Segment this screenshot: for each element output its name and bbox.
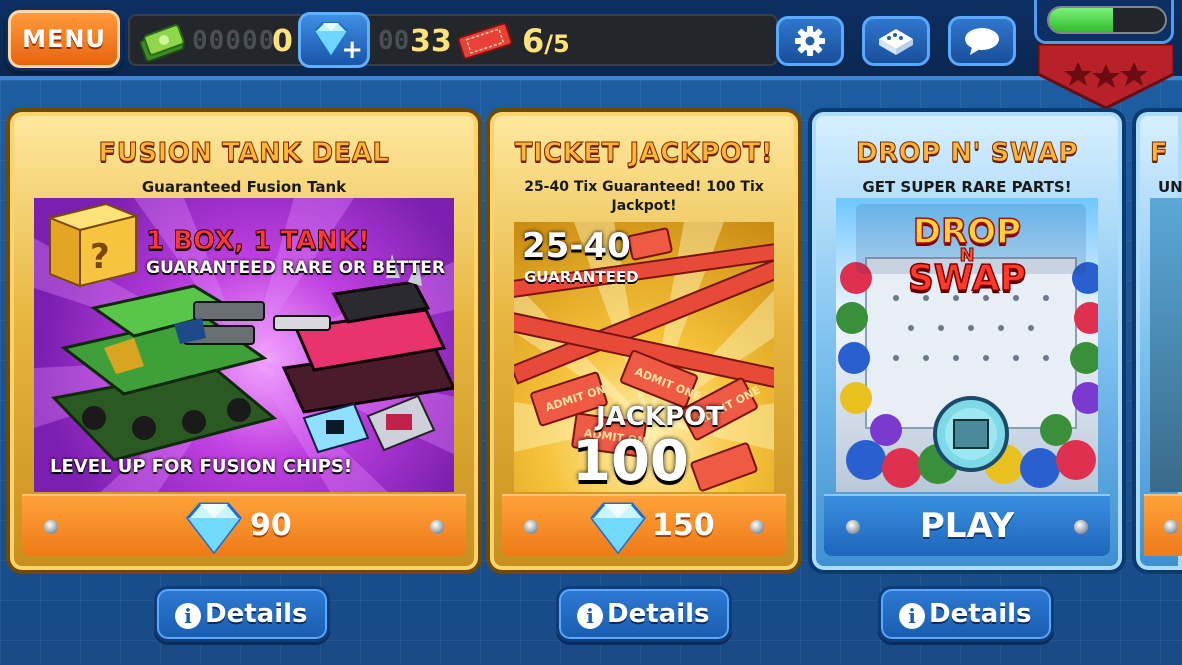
- details-label: Details: [607, 599, 710, 629]
- partial-artwork: [1150, 198, 1182, 492]
- gem-icon: [186, 502, 242, 554]
- details-button-fusion-tank[interactable]: i Details: [154, 586, 330, 642]
- price-bar[interactable]: [1144, 494, 1182, 556]
- card-title: TICKET JACKPOT!: [514, 138, 774, 169]
- chat-bubble-icon: [965, 28, 999, 55]
- chat-button[interactable]: [948, 16, 1016, 66]
- offer-card-partial[interactable]: F UN: [1132, 108, 1182, 574]
- xp-fill: [1049, 8, 1113, 32]
- art-guaranteed: GUARANTEED: [524, 268, 639, 286]
- logo-swap: SWAP: [907, 258, 1027, 299]
- buy-gems-button[interactable]: +: [298, 12, 370, 68]
- cash-dim-digits: 00000: [192, 26, 276, 56]
- art-subline: GUARANTEED RARE OR BETTER: [146, 258, 445, 278]
- rivet-icon: [1164, 520, 1178, 534]
- rivet-icon: [44, 520, 58, 534]
- drop-n-swap-artwork: DROP N SWAP: [836, 198, 1098, 492]
- garage-button[interactable]: [862, 16, 930, 66]
- tickets-current: 6: [522, 22, 545, 60]
- info-icon: i: [577, 603, 603, 629]
- xp-track: [1047, 6, 1167, 34]
- card-subtitle: Guaranteed Fusion Tank: [141, 178, 347, 196]
- menu-button[interactable]: MENU: [8, 10, 120, 68]
- offer-card-ticket-jackpot[interactable]: TICKET JACKPOT! 25-40 Tix Guaranteed! 10…: [486, 108, 802, 574]
- art-jackpot: JACKPOT: [596, 402, 724, 432]
- offer-card-drop-n-swap[interactable]: DROP N' SWAP GET SUPER RARE PARTS! DROP …: [808, 108, 1126, 574]
- price-bar[interactable]: 150: [502, 494, 786, 556]
- play-button[interactable]: PLAY: [824, 494, 1110, 556]
- play-label: PLAY: [919, 506, 1015, 546]
- settings-button[interactable]: [776, 16, 844, 66]
- art-jackpot-value: 100: [572, 429, 689, 492]
- price-value: 150: [652, 508, 715, 543]
- details-label: Details: [205, 599, 308, 629]
- plus-icon: +: [341, 35, 363, 65]
- tank-garage-icon: [879, 29, 913, 55]
- gems-dim-digits: 00: [378, 26, 410, 56]
- card-title: DROP N' SWAP: [856, 138, 1079, 169]
- fusion-tank-artwork: ? 1 BOX, 1 TANK! GUARANTEED RARE OR BETT…: [34, 198, 454, 492]
- settings-gear-icon: [795, 26, 825, 56]
- cash-icon: [139, 24, 185, 62]
- card-title: F: [1149, 138, 1169, 169]
- info-icon: i: [899, 603, 925, 629]
- card-subtitle: UN: [1158, 178, 1182, 196]
- rivet-icon: [750, 520, 764, 534]
- price-value: 90: [250, 508, 292, 543]
- art-headline: 1 BOX, 1 TANK!: [146, 226, 371, 257]
- details-button-ticket-jackpot[interactable]: i Details: [556, 586, 732, 642]
- rivet-icon: [430, 520, 444, 534]
- card-subtitle: 25-40 Tix Guaranteed! 100 Tix Jackpot!: [524, 179, 764, 214]
- info-icon: i: [175, 603, 201, 629]
- art-range: 25-40: [522, 226, 631, 266]
- ticket-jackpot-artwork: ADMIT ONE ADMIT ONE ADMIT ONE ADMIT ONE …: [514, 222, 774, 492]
- rivet-icon: [524, 520, 538, 534]
- xp-bar: [1034, 0, 1174, 44]
- art-footer: LEVEL UP FOR FUSION CHIPS!: [50, 456, 353, 477]
- ticket-icon: [457, 22, 513, 60]
- gems-value: 33: [410, 24, 452, 59]
- price-bar[interactable]: 90: [22, 494, 466, 556]
- offer-card-fusion-tank[interactable]: FUSION TANK DEAL Guaranteed Fusion Tank …: [6, 108, 482, 574]
- card-subtitle: GET SUPER RARE PARTS!: [862, 178, 1072, 196]
- gem-icon: [590, 502, 646, 554]
- cash-value: 0: [272, 24, 293, 59]
- tickets-counter: 6/5: [522, 22, 570, 60]
- tickets-max: /5: [544, 30, 570, 58]
- card-title: FUSION TANK DEAL: [98, 138, 390, 169]
- details-button-drop-n-swap[interactable]: i Details: [878, 586, 1054, 642]
- svg-text:?: ?: [90, 237, 110, 277]
- rank-badge-icon[interactable]: [1038, 44, 1174, 108]
- details-label: Details: [929, 599, 1032, 629]
